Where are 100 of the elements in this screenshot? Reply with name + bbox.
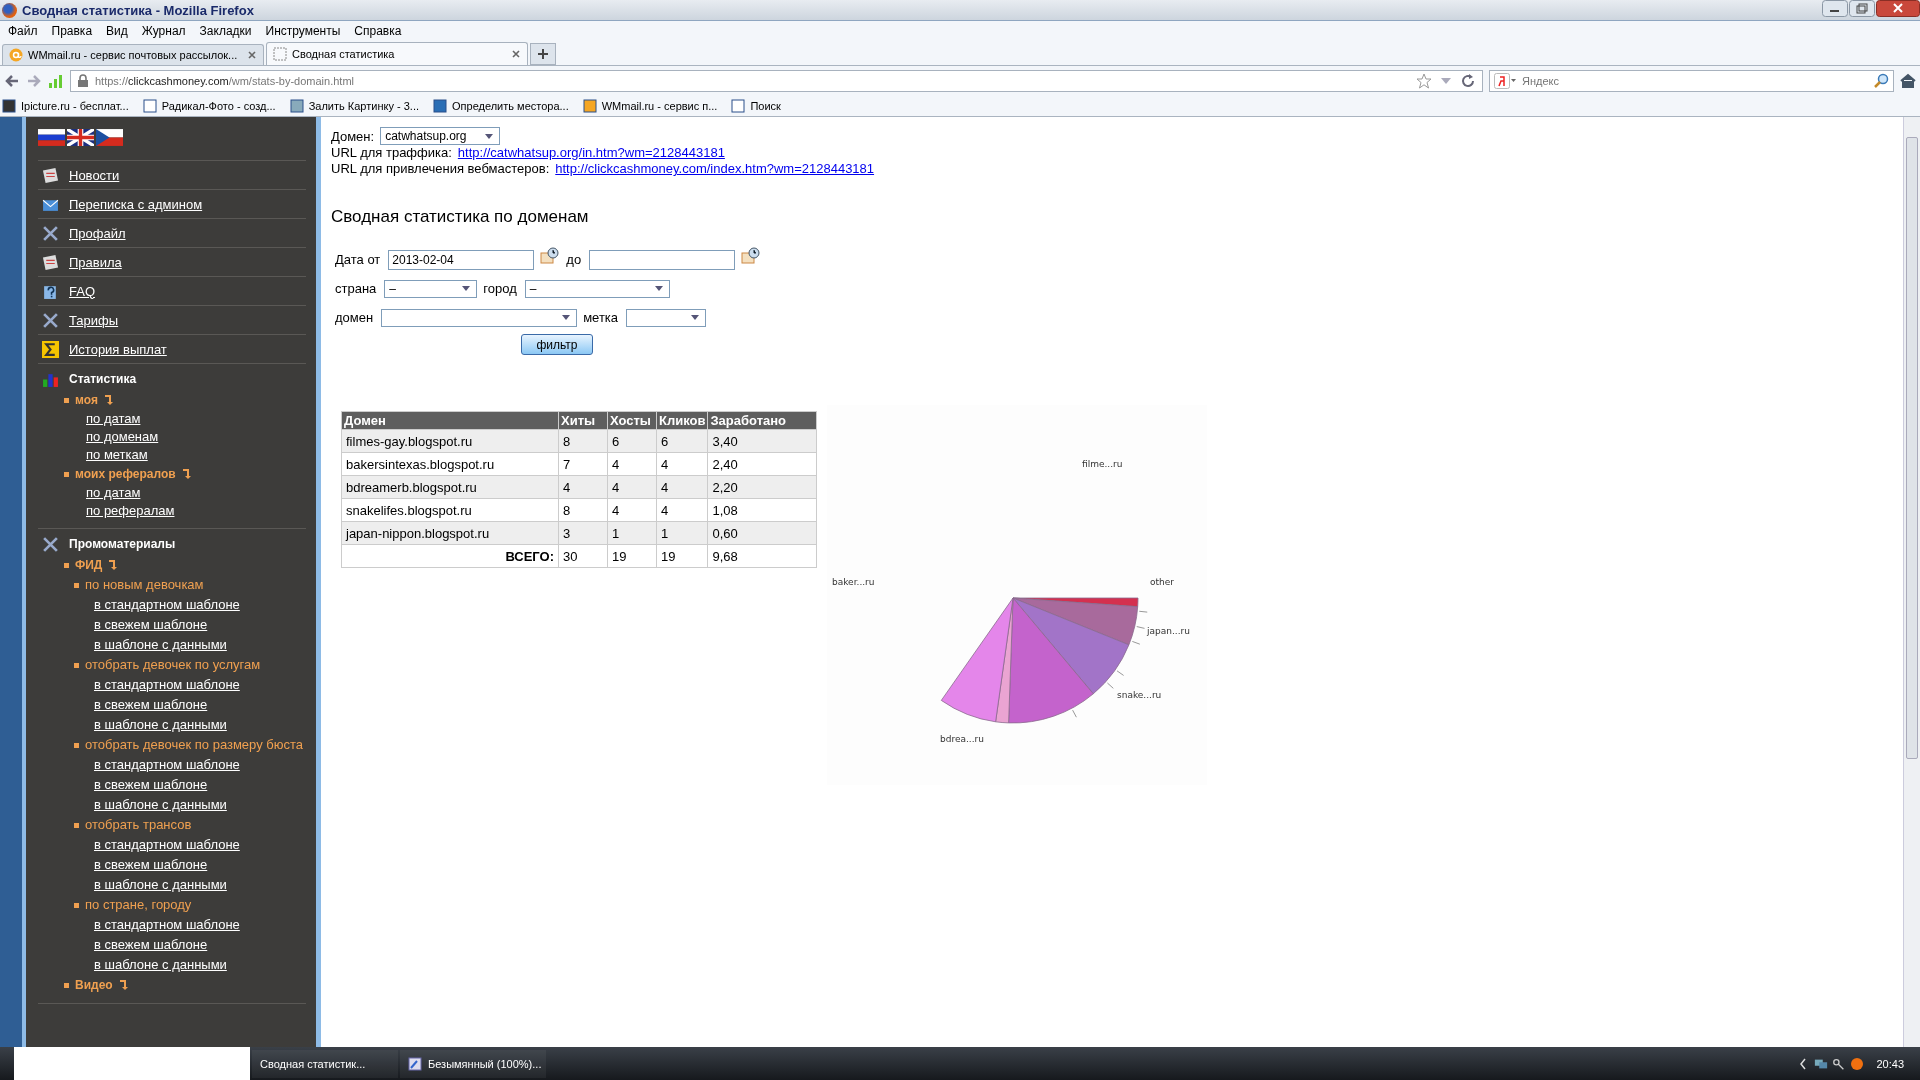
sidebar-link[interactable]: Профайл (69, 225, 126, 241)
sidebar-group-label[interactable]: Видео (75, 978, 113, 992)
sidebar-link[interactable]: в стандартном шаблоне (74, 915, 240, 935)
czech-flag-icon[interactable] (96, 129, 123, 146)
calendar-clock-icon[interactable] (540, 246, 561, 265)
sidebar-group-label[interactable]: моих рефералов (75, 467, 176, 481)
menu-item[interactable]: Журнал (141, 24, 186, 38)
chart-label: snake...ru (1117, 690, 1162, 700)
bookmark-link[interactable]: Определить местора... (433, 99, 569, 113)
date-from-field[interactable]: 2013-02-04 (388, 249, 535, 270)
sidebar-link[interactable]: в свежем шаблоне (74, 615, 208, 635)
menu-item[interactable]: Файл (8, 24, 38, 38)
british-flag-icon[interactable] (67, 129, 94, 146)
table-cell: 8 (558, 498, 608, 522)
sidebar-subgroup-label[interactable]: по стране, городу (85, 896, 192, 914)
sidebar-link[interactable]: по датам (64, 410, 141, 428)
menu-item[interactable]: Правка (51, 24, 93, 38)
app-tray-icon[interactable] (1850, 1056, 1865, 1071)
tools-icon (42, 311, 59, 329)
bullet-icon (74, 822, 79, 828)
clock: 20:43 (1876, 1057, 1904, 1070)
city-label: город (483, 281, 517, 296)
sidebar-link[interactable]: по доменам (64, 428, 159, 446)
bookmark-link[interactable]: WMmail.ru - сервис п... (582, 99, 718, 113)
domain-select[interactable]: catwhatsup.org (380, 127, 501, 145)
star-icon[interactable] (1416, 73, 1432, 89)
sidebar-link[interactable]: в стандартном шаблоне (74, 755, 240, 775)
back-arrow-icon[interactable] (4, 73, 20, 89)
scrollbar-thumb[interactable] (1906, 137, 1918, 759)
restore-button[interactable] (1849, 0, 1875, 17)
bookmark-link[interactable]: Залить Картинку - 3... (289, 99, 419, 113)
close-icon[interactable] (511, 49, 521, 59)
search-icon[interactable] (1873, 73, 1889, 89)
sidebar-link[interactable]: в свежем шаблоне (74, 775, 208, 795)
bookmark-icon (433, 99, 447, 113)
browser-tab[interactable]: WMmail.ru - сервис почтовых рассылок... (2, 44, 264, 65)
city-select[interactable]: – (524, 279, 670, 298)
close-icon[interactable] (247, 50, 257, 60)
sidebar-link[interactable]: по датам (64, 484, 141, 502)
close-button[interactable] (1876, 0, 1920, 17)
sidebar-link[interactable]: Правила (69, 254, 122, 270)
sidebar-group-label[interactable]: ФИД (75, 558, 103, 572)
sidebar-link[interactable]: FAQ (69, 283, 95, 299)
browser-tab[interactable]: Сводная статистика (266, 42, 528, 65)
sidebar-subgroup-label[interactable]: отобрать девочек по размеру бюста (85, 736, 304, 754)
new-tab-button[interactable] (530, 43, 556, 65)
sidebar-subgroup-label[interactable]: по новым девочкам (85, 576, 204, 594)
sidebar-subgroup-label[interactable]: отобрать трансов (85, 816, 192, 834)
bookmark-icon (582, 99, 597, 113)
sidebar-link[interactable]: в свежем шаблоне (74, 855, 208, 875)
country-label: страна (335, 281, 377, 296)
bullet-icon (74, 582, 79, 588)
taskbar-button[interactable]: Сводная статистик... (252, 1049, 398, 1078)
sidebar-link[interactable]: в шаблоне с данными (74, 875, 227, 895)
taskbar-button[interactable]: Безымянный (100%)... (400, 1049, 546, 1078)
sidebar-link[interactable]: в шаблоне с данными (74, 795, 227, 815)
sidebar-link[interactable]: Переписка с админом (69, 196, 203, 212)
notepad-icon (42, 253, 59, 271)
sidebar-link[interactable]: История выплат (69, 341, 167, 357)
sidebar-link[interactable]: в шаблоне с данными (74, 955, 227, 975)
tag-select[interactable] (626, 308, 707, 327)
minimize-button[interactable] (1822, 0, 1848, 17)
menu-item[interactable]: Закладки (199, 24, 252, 38)
menu-item[interactable]: Вид (106, 24, 128, 38)
sidebar-link[interactable]: в шаблоне с данными (74, 715, 227, 735)
scrollbar[interactable] (1903, 117, 1920, 1047)
sidebar-group-label[interactable]: моя (75, 393, 98, 407)
sidebar-subgroup-label[interactable]: отобрать девочек по услугам (85, 656, 261, 674)
url-field[interactable]: https://clickcashmoney.com/wm/stats-by-domain.html (70, 70, 1483, 92)
domain-filter-select[interactable] (381, 308, 578, 327)
home-icon[interactable] (1900, 73, 1916, 89)
date-to-field[interactable] (589, 249, 736, 270)
sidebar-link[interactable]: в шаблоне с данными (74, 635, 227, 655)
sidebar-link[interactable]: Тарифы (69, 312, 119, 328)
url-link[interactable]: http://clickcashmoney.com/index.htm?wm=2128443181 (555, 161, 875, 177)
table-cell: 4 (607, 498, 657, 522)
bookmark-link[interactable]: Ipicture.ru - бесплат... (2, 99, 129, 113)
sidebar-link[interactable]: в стандартном шаблоне (74, 675, 240, 695)
sidebar-link[interactable]: Новости (69, 167, 120, 183)
menu-item[interactable]: Справка (354, 24, 402, 38)
sidebar-link[interactable]: в свежем шаблоне (74, 935, 208, 955)
table-cell: 4 (656, 498, 708, 522)
search-field[interactable]: Яндекс (1489, 70, 1894, 92)
menu-item[interactable]: Инструменты (265, 24, 341, 38)
sidebar-link[interactable]: по рефералам (64, 502, 175, 520)
country-select[interactable]: – (384, 279, 478, 298)
sidebar-link[interactable]: в стандартном шаблоне (74, 835, 240, 855)
reload-icon[interactable] (1460, 73, 1476, 89)
sidebar-link[interactable]: в стандартном шаблоне (74, 595, 240, 615)
total-cell: 19 (607, 544, 657, 568)
sigma-icon (42, 340, 59, 358)
url-link[interactable]: http://catwhatsup.org/in.htm?wm=2128443181 (457, 145, 725, 161)
calendar-clock-icon[interactable] (741, 246, 762, 265)
russian-flag-icon[interactable] (38, 129, 65, 146)
filter-button[interactable]: фильтр (521, 334, 593, 355)
sidebar-link[interactable]: в свежем шаблоне (74, 695, 208, 715)
bookmark-link[interactable]: Радикал-Фото - созд... (142, 99, 276, 113)
paint-icon (408, 1056, 422, 1071)
sidebar-link[interactable]: по меткам (64, 446, 148, 464)
bookmark-link[interactable]: Поиск (731, 99, 781, 113)
